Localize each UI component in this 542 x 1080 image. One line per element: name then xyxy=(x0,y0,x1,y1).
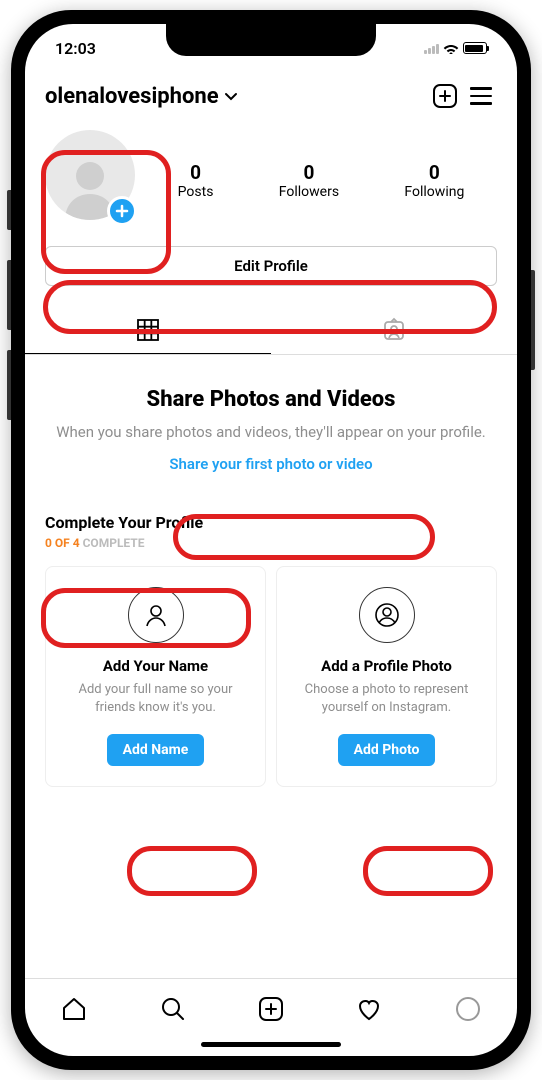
empty-title: Share Photos and Videos xyxy=(55,387,487,412)
menu-button[interactable] xyxy=(465,80,497,112)
avatar-button[interactable] xyxy=(45,130,145,230)
nav-profile[interactable] xyxy=(453,994,483,1024)
status-time: 12:03 xyxy=(55,39,96,58)
nav-activity[interactable] xyxy=(354,994,384,1024)
hamburger-icon xyxy=(470,87,492,105)
card-subtitle: Add your full name so your friends know … xyxy=(58,681,253,716)
home-icon xyxy=(60,995,88,1023)
edit-profile-button[interactable]: Edit Profile xyxy=(45,246,497,286)
wifi-icon xyxy=(443,42,459,54)
tab-tagged[interactable] xyxy=(271,306,517,354)
complete-title: Complete Your Profile xyxy=(45,513,497,532)
stats-row: 0 Posts 0 Followers 0 Following xyxy=(25,124,517,246)
username-dropdown[interactable]: olenalovesiphone xyxy=(45,84,219,109)
stat-followers-label: Followers xyxy=(279,184,339,200)
complete-profile-section: Complete Your Profile 0 OF 4 COMPLETE Ad… xyxy=(25,485,517,787)
annotation-highlight xyxy=(363,846,493,896)
profile-header: olenalovesiphone xyxy=(25,72,517,124)
stat-posts[interactable]: 0 Posts xyxy=(178,161,214,200)
stat-followers[interactable]: 0 Followers xyxy=(279,161,339,200)
add-photo-button[interactable]: Add Photo xyxy=(338,734,436,766)
annotation-highlight xyxy=(127,846,257,896)
tagged-icon xyxy=(381,317,407,343)
create-post-button[interactable] xyxy=(429,80,461,112)
share-first-link[interactable]: Share your first photo or video xyxy=(169,455,372,473)
profile-tabs xyxy=(25,306,517,355)
nav-search[interactable] xyxy=(158,994,188,1024)
heart-icon xyxy=(355,995,383,1023)
search-icon xyxy=(159,995,187,1023)
tab-grid[interactable] xyxy=(25,306,271,354)
add-name-button[interactable]: Add Name xyxy=(107,734,205,766)
card-add-photo: Add a Profile Photo Choose a photo to re… xyxy=(276,566,497,787)
bottom-nav xyxy=(25,978,517,1038)
plus-icon xyxy=(115,204,129,218)
plus-square-icon xyxy=(257,995,285,1023)
home-indicator xyxy=(25,1038,517,1056)
complete-cards: Add Your Name Add your full name so your… xyxy=(45,566,497,787)
card-title: Add Your Name xyxy=(103,657,208,675)
stat-posts-count: 0 xyxy=(178,161,214,184)
complete-progress: 0 OF 4 COMPLETE xyxy=(45,536,497,550)
stat-following-count: 0 xyxy=(404,161,464,184)
stat-posts-label: Posts xyxy=(178,184,214,200)
chevron-down-icon xyxy=(223,88,239,104)
profile-circle-icon xyxy=(454,995,482,1023)
card-title: Add a Profile Photo xyxy=(321,657,452,675)
person-icon xyxy=(128,587,184,643)
card-subtitle: Choose a photo to represent yourself on … xyxy=(289,681,484,716)
complete-progress-rest: COMPLETE xyxy=(80,536,145,550)
nav-create[interactable] xyxy=(256,994,286,1024)
plus-square-icon xyxy=(432,83,458,109)
notch xyxy=(166,24,376,56)
screen: 12:03 olenalovesiphone xyxy=(25,24,517,1056)
cellular-icon xyxy=(424,42,439,54)
stat-following[interactable]: 0 Following xyxy=(404,161,464,200)
card-add-name: Add Your Name Add your full name so your… xyxy=(45,566,266,787)
status-right xyxy=(424,42,487,54)
battery-icon xyxy=(463,42,487,54)
stat-following-label: Following xyxy=(404,184,464,200)
profile-photo-icon xyxy=(359,587,415,643)
stat-followers-count: 0 xyxy=(279,161,339,184)
nav-home[interactable] xyxy=(59,994,89,1024)
empty-subtitle: When you share photos and videos, they'l… xyxy=(55,422,487,443)
phone-frame: 12:03 olenalovesiphone xyxy=(11,10,531,1070)
grid-icon xyxy=(135,317,161,343)
empty-state: Share Photos and Videos When you share p… xyxy=(25,355,517,485)
add-avatar-badge[interactable] xyxy=(107,196,137,226)
complete-progress-count: 0 OF 4 xyxy=(45,536,80,550)
